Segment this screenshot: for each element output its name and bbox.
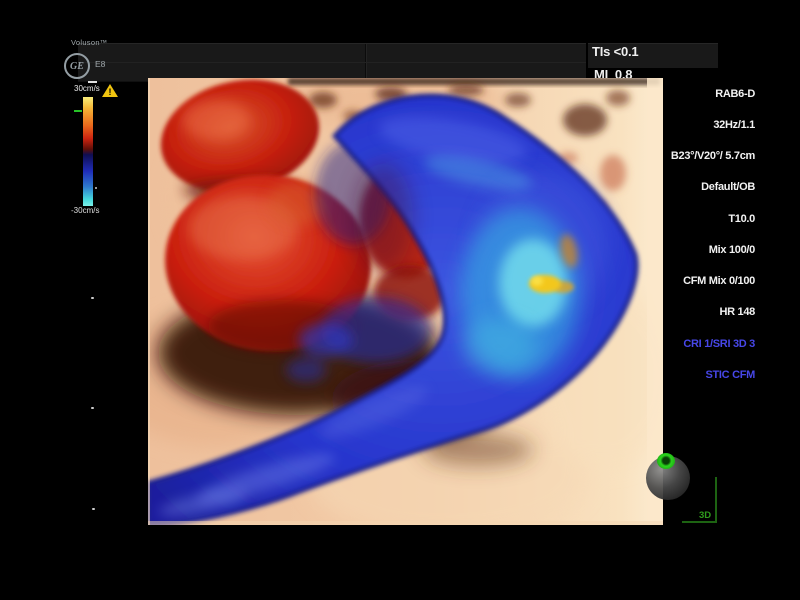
param-stic-cfm: STIC CFM <box>671 370 755 380</box>
param-mix: Mix 100/0 <box>671 245 755 255</box>
param-framerate: 32Hz/1.1 <box>671 120 755 130</box>
param-heart-rate: HR 148 <box>671 307 755 317</box>
ge-logo-icon: GE <box>64 53 90 79</box>
orientation-green-dot-icon <box>657 453 675 469</box>
depth-marker <box>91 407 94 409</box>
param-cri-sri: CRI 1/SRI 3D 3 <box>671 339 755 349</box>
depth-marker <box>91 297 94 299</box>
param-preset: Default/OB <box>671 182 755 192</box>
doppler-colorbar <box>83 97 93 206</box>
ultrasound-screen: Voluson™ GE E8 TIs <0.1 MI 0.8 RAB6-D 32… <box>0 0 800 600</box>
imaging-parameters: RAB6-D 32Hz/1.1 B23°/V20°/ 5.7cm Default… <box>671 68 755 401</box>
velocity-min-label: -30cm/s <box>71 206 99 215</box>
render-mode-3d-label: 3D <box>699 510 711 521</box>
focus-marker <box>88 81 97 83</box>
param-time: T10.0 <box>671 214 755 224</box>
depth-marker <box>92 508 95 510</box>
doppler-render-image[interactable] <box>148 78 663 525</box>
model-label: E8 <box>95 59 105 69</box>
tis-readout: TIs <0.1 <box>592 44 638 59</box>
warning-triangle-icon: ! <box>102 84 118 97</box>
param-angle-depth: B23°/V20°/ 5.7cm <box>671 151 755 161</box>
render-box-corner-vertical <box>715 477 717 523</box>
render-box-corner-horizontal <box>682 521 717 523</box>
param-cfm-mix: CFM Mix 0/100 <box>671 276 755 286</box>
top-menu-bar <box>78 43 586 82</box>
param-probe: RAB6-D <box>671 89 755 99</box>
voluson-wordmark: Voluson™ <box>71 38 108 47</box>
colorbar-tick <box>95 187 97 189</box>
velocity-max-label: 30cm/s <box>74 84 100 93</box>
baseline-tick <box>74 110 82 112</box>
menu-bar-row-divider <box>78 62 586 63</box>
